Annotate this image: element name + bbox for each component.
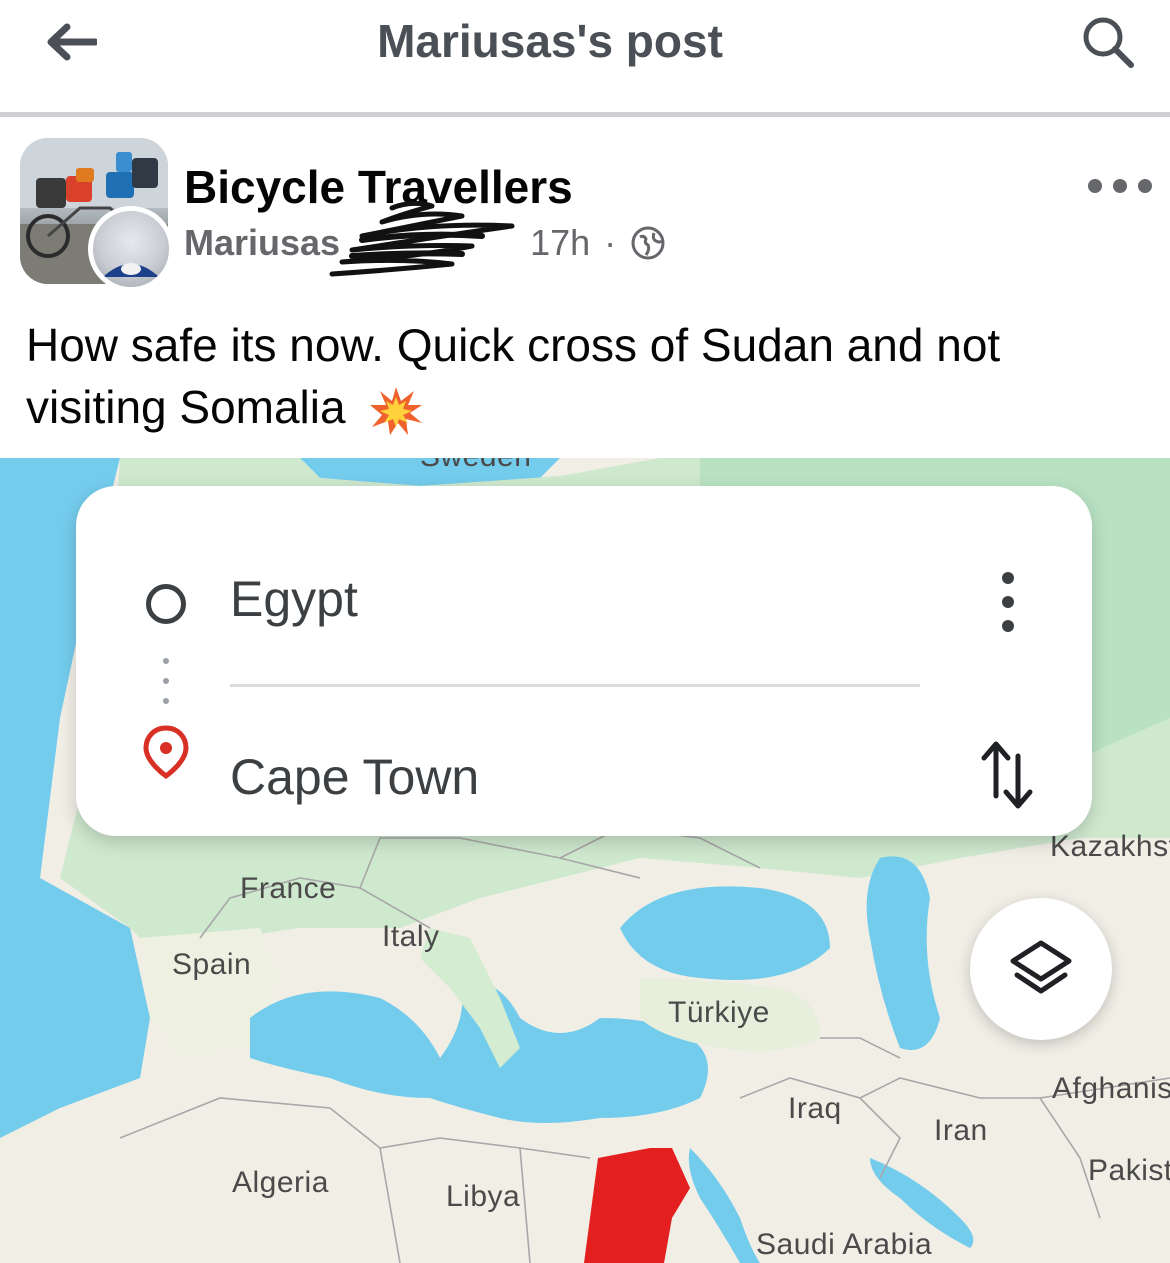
post-body: How safe its now. Quick cross of Sudan a… [26, 319, 1001, 433]
map-label-afghanistan: Afghanis [1052, 1072, 1170, 1105]
route-dots [162, 658, 170, 718]
search-icon [1083, 17, 1134, 68]
map-label-italy: Italy [382, 920, 440, 953]
map-label-iraq: Iraq [788, 1092, 842, 1125]
more-dot [1138, 179, 1152, 193]
location-pin-icon [143, 725, 189, 780]
meta-separator: · [604, 222, 617, 263]
more-dot [1113, 179, 1127, 193]
layers-icon [1010, 940, 1072, 994]
map-label-turkiye: Türkiye [668, 996, 770, 1029]
redaction-scribble [329, 200, 515, 277]
directions-card: Egypt Cape Town [76, 486, 1092, 836]
map-label-kazakhstan: Kazakhst [1050, 830, 1170, 863]
card-divider [230, 684, 920, 687]
circle-outline-icon [146, 584, 186, 624]
more-dot [1002, 596, 1014, 608]
collision-emoji-icon [370, 386, 423, 435]
map-label-algeria: Algeria [232, 1166, 329, 1199]
map-label-spain: Spain [172, 948, 252, 981]
directions-more-button[interactable] [988, 572, 1028, 632]
post-more-button[interactable] [1088, 166, 1152, 206]
top-bar: Mariusas's post [0, 0, 1170, 112]
page-title: Mariusas's post [377, 15, 723, 67]
user-photo [103, 263, 159, 277]
author-name[interactable]: Mariusas [184, 222, 340, 264]
more-dot [1002, 620, 1014, 632]
more-dot [1088, 179, 1102, 193]
origin-field[interactable]: Egypt [230, 570, 358, 628]
globe-icon [631, 226, 665, 260]
user-avatar[interactable] [88, 206, 174, 292]
more-dot [1002, 572, 1014, 584]
search-button[interactable] [1075, 12, 1141, 72]
swap-arrows-icon[interactable] [972, 736, 1042, 812]
map-label-sweden: Sweden [420, 458, 531, 474]
map-label-france: France [240, 872, 337, 905]
destination-field[interactable]: Cape Town [230, 748, 479, 806]
layers-button[interactable] [970, 898, 1112, 1040]
header-divider [0, 112, 1170, 117]
map-label-iran: Iran [934, 1114, 988, 1147]
map-label-saudi-arabia: Saudi Arabia [756, 1228, 933, 1261]
post-time[interactable]: 17h [530, 222, 590, 264]
map-label-pakistan: Pakist [1088, 1154, 1170, 1187]
map-image[interactable]: Sweden Kazakhst France Italy Spain Türki… [0, 458, 1170, 1263]
post-text: How safe its now. Quick cross of Sudan a… [26, 314, 1146, 438]
map-label-libya: Libya [446, 1180, 521, 1213]
